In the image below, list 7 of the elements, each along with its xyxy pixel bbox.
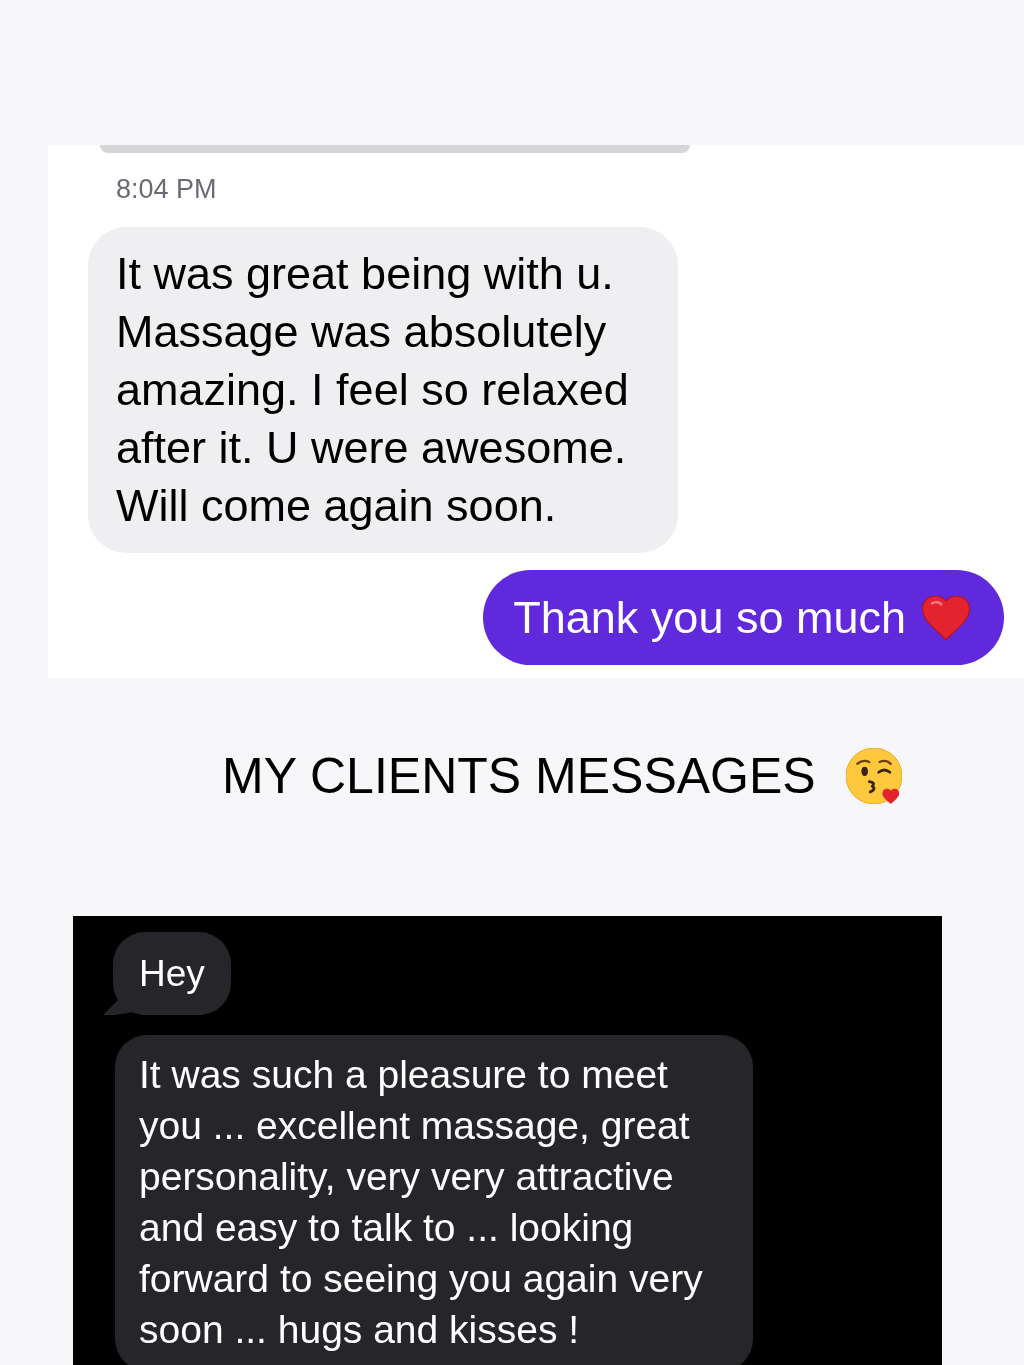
message-bubble: It was such a pleasure to meet you ... excellent massage, great personality, very very attractive and easy to talk to ... looking forward to seeing you again very soon ... hugs and kisses ! bbox=[115, 1035, 753, 1365]
message-text: Thank you so much bbox=[513, 590, 906, 645]
timestamp: 8:04 PM bbox=[116, 173, 217, 205]
heart-icon bbox=[922, 595, 970, 640]
kissing-face-icon bbox=[845, 748, 902, 804]
message-bubble: It was great being with u. Massage was absolutely amazing. I feel so relaxed after it. U were awesome. Will come again soon. bbox=[88, 227, 678, 553]
section-heading: MY CLIENTS MESSAGES bbox=[222, 747, 816, 806]
